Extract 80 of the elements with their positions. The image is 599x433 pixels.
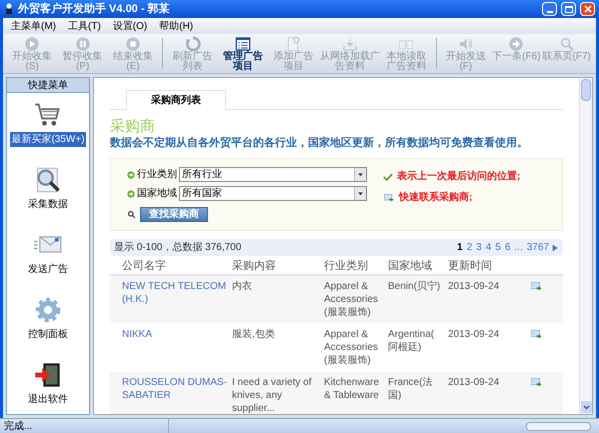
window-title: 外贸客户开发助手 V4.00 - 郭某 xyxy=(18,2,171,17)
stop-icon xyxy=(125,36,142,52)
next-icon xyxy=(508,36,524,52)
sidebar-title: 快捷菜单 xyxy=(7,78,89,93)
scroll-down-icon[interactable] xyxy=(581,401,592,413)
company-link[interactable]: NEW TECH TELECOM (H.K.) xyxy=(122,280,228,306)
column-header: 公司名字 xyxy=(122,260,166,272)
company-link[interactable]: NIKKA xyxy=(122,328,228,341)
search-icon xyxy=(127,210,136,219)
app-icon xyxy=(4,3,14,15)
gear-icon xyxy=(34,296,62,324)
page-link[interactable]: 1 xyxy=(457,240,463,255)
menu-item[interactable]: 工具(T) xyxy=(68,18,101,34)
filter-label: 行业类别 xyxy=(137,168,177,182)
section-heading: 采购商 xyxy=(110,118,156,136)
sidebar-item[interactable]: 发送广告 xyxy=(27,231,69,277)
check-icon xyxy=(383,172,393,182)
page-link[interactable]: 6 xyxy=(504,240,510,255)
filter-label: 国家地域 xyxy=(137,186,177,201)
result-summary: 显示 0-100，总数据 376,700 xyxy=(114,240,242,255)
status-text: 完成... xyxy=(3,420,34,433)
status-panel xyxy=(526,422,591,430)
column-header: 国家地域 xyxy=(388,260,432,272)
page-link[interactable]: 3767 xyxy=(526,240,549,255)
page-link[interactable]: 2 xyxy=(466,240,472,255)
tab[interactable]: 采购商列表 xyxy=(126,90,226,110)
maximize-button[interactable] xyxy=(561,2,576,16)
sidebar-item[interactable]: 采集数据 xyxy=(27,166,69,212)
legend-text: 表示上一次最后访问的位置; xyxy=(397,169,520,184)
table-cell-text: Apparel & Accessories (服装服饰) xyxy=(324,328,379,367)
play-icon xyxy=(24,36,40,52)
next-page-icon[interactable] xyxy=(551,244,559,252)
table-cell-text: Benin(贝宁) xyxy=(388,280,442,293)
table-cell-text: 2013-09-24 xyxy=(448,328,500,341)
company-link[interactable]: ROUSSELON DUMAS-SABATIER xyxy=(122,376,228,402)
page-link[interactable]: ... xyxy=(514,240,523,255)
caret-icon xyxy=(357,171,364,178)
table-cell-text: Apparel & Accessories (服装服饰) xyxy=(324,280,379,319)
table-cell-text: 服装,包类 xyxy=(232,328,276,341)
table-cell-text: Argentina(阿根廷) xyxy=(388,328,436,354)
dropdown[interactable]: 所有国家 xyxy=(179,186,367,201)
page-link[interactable]: 5 xyxy=(495,240,501,255)
document-add-icon xyxy=(285,36,302,52)
column-header: 行业类别 xyxy=(324,260,368,272)
sidebar-item[interactable]: 最新买家(35W+) xyxy=(10,101,86,147)
minimize-button[interactable] xyxy=(542,2,557,16)
search-button[interactable]: 查找采购商 xyxy=(140,207,208,222)
pause-icon xyxy=(74,36,91,52)
caret-icon xyxy=(357,190,364,197)
close-icon xyxy=(584,5,592,13)
page-link[interactable]: 4 xyxy=(486,240,492,255)
list-icon xyxy=(234,36,251,52)
download-icon xyxy=(342,36,358,52)
menu-item[interactable]: 帮助(H) xyxy=(159,18,194,34)
table-cell-text: 内衣 xyxy=(232,280,253,293)
table-cell-text: Kitchenware & Tableware xyxy=(324,376,380,402)
page-link[interactable]: 3 xyxy=(476,240,482,255)
scrollbar[interactable] xyxy=(579,78,592,414)
magnifier-icon xyxy=(558,36,575,52)
scrollbar-thumb[interactable] xyxy=(581,79,591,101)
close-button[interactable] xyxy=(580,2,595,16)
table-cell-text: I need a variety of knives, any supplier... xyxy=(232,376,312,414)
table-cell-text: 2013-09-24 xyxy=(448,376,500,389)
menu-item[interactable]: 主菜单(M) xyxy=(11,18,56,34)
sidebar-item[interactable]: 控制面板 xyxy=(27,296,69,342)
speaker-icon xyxy=(458,36,474,52)
sidebar-item[interactable]: 退出软件 xyxy=(27,361,69,407)
arrow-icon xyxy=(127,190,135,198)
arrow-icon xyxy=(127,170,135,178)
table-cell-text: France(法国) xyxy=(388,376,434,402)
description-text: 数据会不定期从自各外贸平台的各行业，国家地区更新，所有数据均可免费查看使用。 xyxy=(110,136,529,150)
exit-door-icon xyxy=(34,361,62,389)
menu-item[interactable]: 设置(O) xyxy=(112,18,148,34)
dropdown[interactable]: 所有行业 xyxy=(179,167,367,182)
table-cell-text: 2013-09-24 xyxy=(448,280,500,293)
legend-text: 快速联系采购商; xyxy=(399,190,472,205)
column-header: 采购内容 xyxy=(232,260,276,272)
column-header: 更新时间 xyxy=(448,260,492,272)
magnifier-icon xyxy=(34,166,62,194)
toolbar-button[interactable]: 管理广告项目 xyxy=(218,34,268,73)
